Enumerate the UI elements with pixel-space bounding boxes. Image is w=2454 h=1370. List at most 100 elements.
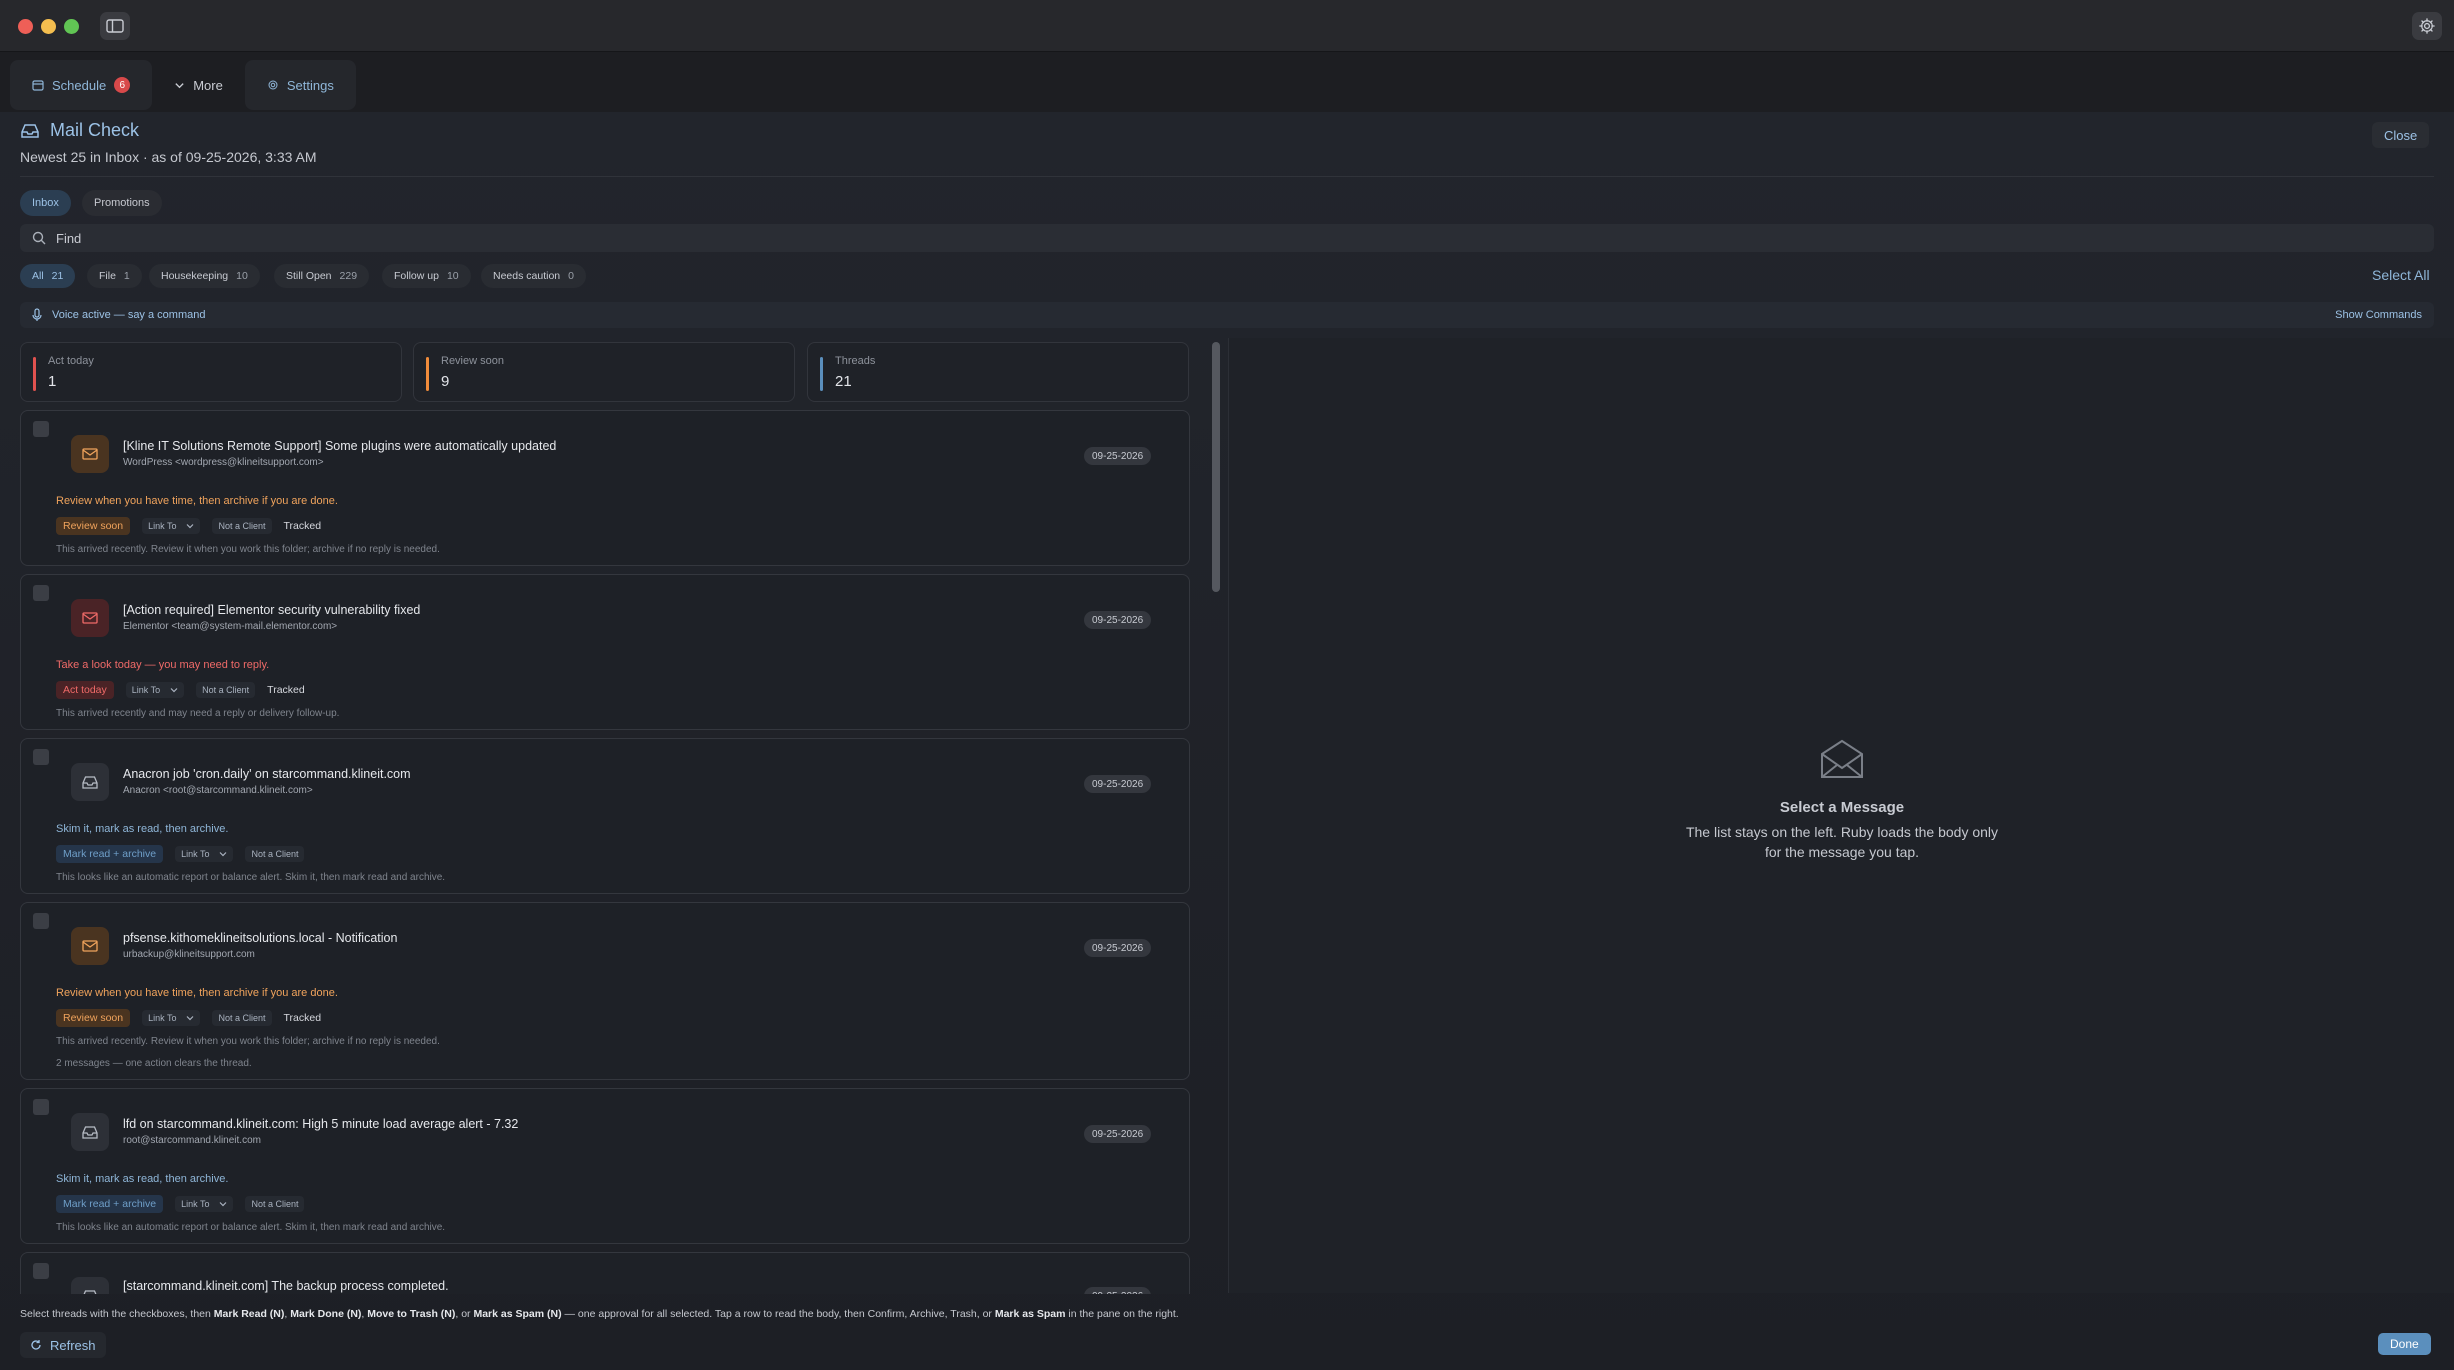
header-divider xyxy=(20,176,2434,177)
inbox-icon xyxy=(21,123,39,138)
stat-accent-bar xyxy=(33,357,36,391)
link-to-dropdown[interactable]: Link To xyxy=(142,518,201,534)
row-checkbox[interactable] xyxy=(33,1099,49,1115)
message-note: This arrived recently and may need a rep… xyxy=(56,708,340,719)
stat-accent-bar xyxy=(820,357,823,391)
message-row[interactable]: pfsense.kithomeklineitsolutions.local - … xyxy=(20,902,1190,1080)
show-commands-button[interactable]: Show Commands xyxy=(2335,309,2422,321)
message-row[interactable]: [Action required] Elementor security vul… xyxy=(20,574,1190,730)
tab-settings[interactable]: Settings xyxy=(244,60,356,110)
message-date: 09-25-2026 xyxy=(1084,939,1152,957)
message-hint: Review when you have time, then archive … xyxy=(56,495,338,507)
link-to-label: Link To xyxy=(148,1013,177,1023)
stat-act-today: Act today 1 xyxy=(20,342,402,402)
zoom-window-button[interactable] xyxy=(64,19,79,34)
priority-pill[interactable]: Act today xyxy=(56,681,114,699)
row-checkbox[interactable] xyxy=(33,1263,49,1279)
message-row[interactable]: [starcommand.klineit.com] The backup pro… xyxy=(20,1252,1190,1294)
priority-pill[interactable]: Mark read + archive xyxy=(56,1195,164,1213)
chevron-down-icon xyxy=(220,852,227,857)
message-subject: Anacron job 'cron.daily' on starcommand.… xyxy=(123,767,411,781)
filter-file[interactable]: File 1 xyxy=(87,264,142,288)
not-a-client-button[interactable]: Not a Client xyxy=(212,518,272,534)
message-sender: Elementor <team@system-mail.elementor.co… xyxy=(123,621,338,632)
chevron-down-icon xyxy=(175,82,184,88)
priority-pill[interactable]: Mark read + archive xyxy=(56,845,164,863)
message-actions: Mark read + archive Link To Not a Client xyxy=(56,845,305,863)
tab-settings-label: Settings xyxy=(286,77,334,93)
empty-state-title: Select a Message xyxy=(1779,799,1905,816)
select-all-button[interactable]: Select All xyxy=(2372,267,2430,283)
priority-pill[interactable]: Review soon xyxy=(56,517,131,535)
tab-schedule[interactable]: Schedule 6 xyxy=(10,60,153,110)
filter-follow-up[interactable]: Follow up 10 xyxy=(382,264,471,288)
message-note: This arrived recently. Review it when yo… xyxy=(56,544,440,555)
tab-more[interactable]: More xyxy=(152,60,245,110)
message-hint: Take a look today — you may need to repl… xyxy=(56,659,270,671)
mail-icon xyxy=(71,599,109,637)
minimize-window-button[interactable] xyxy=(41,19,56,34)
filter-all[interactable]: All 21 xyxy=(20,264,76,288)
tab-more-label: More xyxy=(193,77,223,93)
chevron-down-icon xyxy=(187,1016,194,1021)
message-actions: Review soon Link To Not a Client Tracked xyxy=(56,1009,321,1027)
search-input[interactable] xyxy=(56,230,656,246)
message-sender: root@starcommand.klineit.com xyxy=(123,1135,261,1146)
close-button[interactable]: Close xyxy=(2372,122,2430,148)
filter-label: Needs caution xyxy=(493,270,561,282)
link-to-dropdown[interactable]: Link To xyxy=(175,1196,234,1212)
message-sender: urbackup@klineitsupport.com xyxy=(123,949,255,960)
stat-label: Act today xyxy=(48,355,94,367)
scrollbar-thumb[interactable] xyxy=(1212,342,1220,592)
schedule-count-badge: 6 xyxy=(114,77,131,93)
stat-accent-bar xyxy=(426,357,429,391)
message-date: 09-25-2026 xyxy=(1084,1125,1152,1143)
calendar-icon xyxy=(32,80,44,91)
refresh-button[interactable]: Refresh xyxy=(20,1332,106,1358)
settings-gear-button[interactable] xyxy=(2412,12,2442,40)
row-checkbox[interactable] xyxy=(33,421,49,437)
sidebar-toggle-button[interactable] xyxy=(100,12,130,40)
message-hint: Skim it, mark as read, then archive. xyxy=(56,1173,229,1185)
chevron-down-icon xyxy=(187,524,194,529)
not-a-client-button[interactable]: Not a Client xyxy=(245,1196,305,1212)
message-row[interactable]: lfd on starcommand.klineit.com: High 5 m… xyxy=(20,1088,1190,1244)
message-subject: lfd on starcommand.klineit.com: High 5 m… xyxy=(123,1117,519,1131)
filter-still-open[interactable]: Still Open 229 xyxy=(274,264,370,288)
link-to-dropdown[interactable]: Link To xyxy=(125,682,185,698)
filter-label: Follow up xyxy=(394,270,439,282)
message-hint: Skim it, mark as read, then archive. xyxy=(56,823,229,835)
message-subject: pfsense.kithomeklineitsolutions.local - … xyxy=(123,931,398,945)
message-sender: Anacron <root@starcommand.klineit.com> xyxy=(123,785,313,796)
filter-count: 1 xyxy=(123,270,130,282)
filter-count: 229 xyxy=(339,270,358,282)
stat-value: 9 xyxy=(441,373,450,390)
link-to-dropdown[interactable]: Link To xyxy=(142,1010,201,1026)
filter-needs-caution[interactable]: Needs caution 0 xyxy=(481,264,586,288)
refresh-label: Refresh xyxy=(50,1337,96,1353)
link-to-dropdown[interactable]: Link To xyxy=(175,846,234,862)
stat-threads: Threads 21 xyxy=(807,342,1189,402)
folder-promotions[interactable]: Promotions xyxy=(82,190,162,216)
not-a-client-button[interactable]: Not a Client xyxy=(196,682,256,698)
empty-state-line2: for the message you tap. xyxy=(1764,844,1920,860)
not-a-client-button[interactable]: Not a Client xyxy=(212,1010,272,1026)
filter-housekeeping[interactable]: Housekeeping 10 xyxy=(149,264,260,288)
list-scrollbar[interactable] xyxy=(1212,342,1220,1230)
voice-status-bar: Voice active — say a command Show Comman… xyxy=(20,302,2434,328)
link-to-label: Link To xyxy=(131,685,161,695)
row-checkbox[interactable] xyxy=(33,913,49,929)
message-row[interactable]: Anacron job 'cron.daily' on starcommand.… xyxy=(20,738,1190,894)
tracked-label: Tracked xyxy=(283,1012,322,1024)
done-button[interactable]: Done xyxy=(2378,1333,2431,1355)
not-a-client-button[interactable]: Not a Client xyxy=(245,846,305,862)
footer-instructions: Select threads with the checkboxes, then… xyxy=(20,1308,1179,1320)
link-to-label: Link To xyxy=(181,849,210,859)
row-checkbox[interactable] xyxy=(33,749,49,765)
priority-pill[interactable]: Review soon xyxy=(56,1009,131,1027)
message-date: 09-25-2026 xyxy=(1084,775,1152,793)
row-checkbox[interactable] xyxy=(33,585,49,601)
folder-inbox[interactable]: Inbox xyxy=(20,190,71,216)
close-window-button[interactable] xyxy=(18,19,33,34)
message-row[interactable]: [Kline IT Solutions Remote Support] Some… xyxy=(20,410,1190,566)
